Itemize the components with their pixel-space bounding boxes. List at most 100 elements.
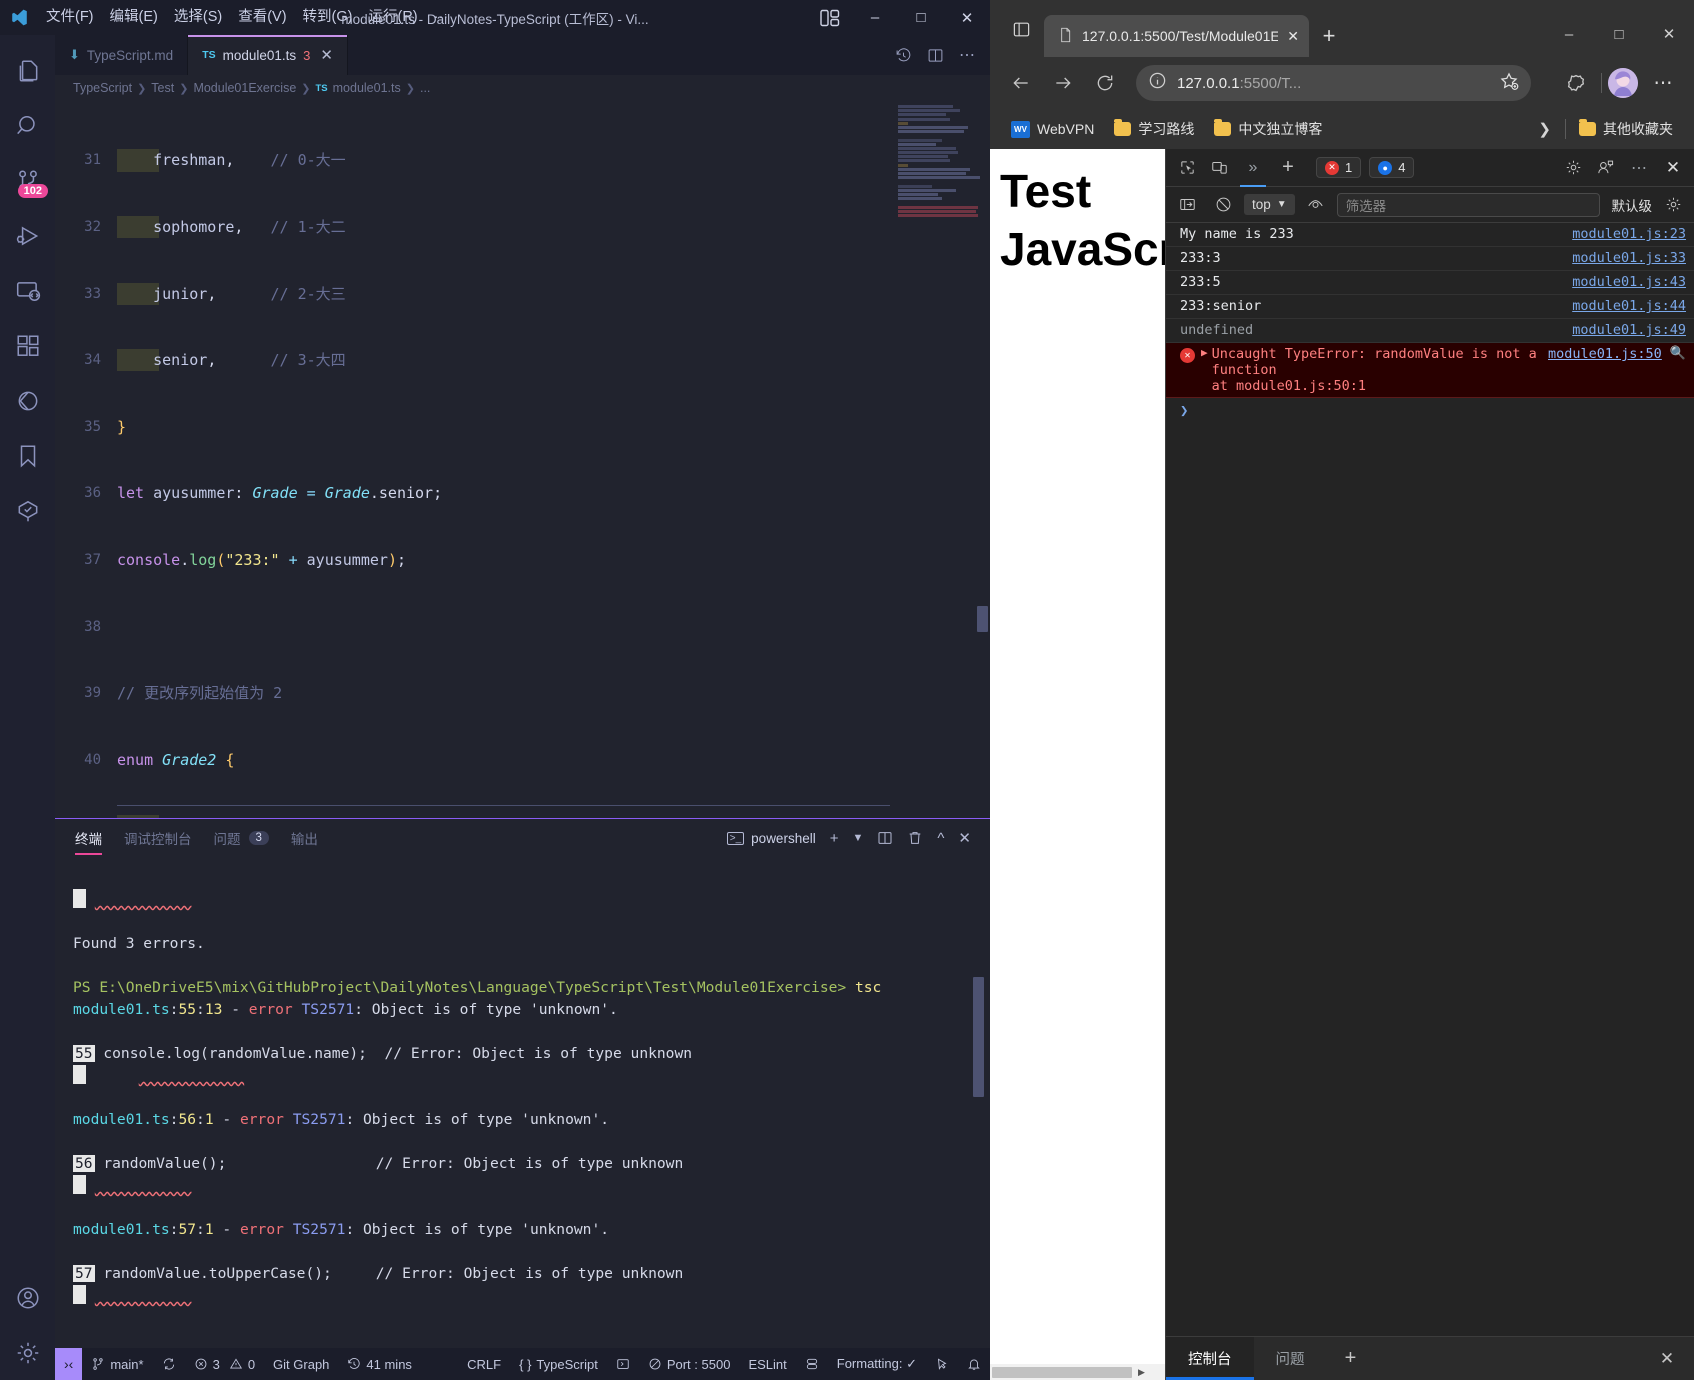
window-maximize-button[interactable]: □ — [898, 0, 944, 35]
drawer-tab-issues[interactable]: 问题 — [1254, 1337, 1327, 1380]
panel-tab-problems[interactable]: 问题 3 — [214, 819, 269, 857]
status-formatting[interactable]: Formatting: ✓ — [828, 1348, 926, 1380]
forward-button[interactable] — [1044, 64, 1082, 102]
status-screencast-icon[interactable] — [926, 1348, 958, 1380]
breadcrumb[interactable]: TypeScript ❯ Test ❯ Module01Exercise ❯ T… — [55, 75, 990, 101]
terminal-output[interactable]: ~~~~~~~~~~~ Found 3 errors. PS E:\OneDri… — [55, 857, 990, 1348]
log-source-link[interactable]: module01.js:33 — [1572, 250, 1686, 266]
panel-tab-debug-console[interactable]: 调试控制台 — [124, 819, 192, 857]
search-in-page-icon[interactable]: 🔍 — [1670, 346, 1686, 361]
menu-file[interactable]: 文件(F) — [38, 0, 102, 35]
more-actions-icon[interactable]: ⋯ — [952, 35, 982, 75]
editor-minimap[interactable] — [898, 105, 980, 525]
devtools-close-icon[interactable]: ✕ — [1658, 153, 1688, 183]
status-problems[interactable]: 3 0 — [185, 1348, 264, 1380]
tab-module01-ts[interactable]: TS module01.ts 3 ✕ — [188, 35, 348, 75]
log-source-link[interactable]: module01.js:44 — [1572, 298, 1686, 314]
panel-tab-output[interactable]: 输出 — [291, 819, 318, 857]
menu-go[interactable]: 转到(G) — [295, 0, 361, 35]
back-button[interactable] — [1002, 64, 1040, 102]
drawer-close-button[interactable]: ✕ — [1640, 1337, 1694, 1380]
console-sidebar-toggle-icon[interactable] — [1172, 190, 1202, 220]
window-close-button[interactable]: ✕ — [944, 0, 990, 35]
close-panel-button[interactable]: ✕ — [953, 819, 976, 857]
sidebar-item-extensions[interactable] — [0, 318, 55, 373]
browser-tab[interactable]: 127.0.0.1:5500/Test/Module01Exe ✕ — [1044, 15, 1309, 57]
console-log-row[interactable]: 233:senior module01.js:44 — [1166, 295, 1694, 319]
editor-scrollbar[interactable] — [977, 606, 988, 632]
chevron-down-icon[interactable]: ▼ — [847, 819, 868, 857]
sidebar-item-live-share[interactable] — [0, 373, 55, 428]
browser-minimize-button[interactable]: – — [1544, 11, 1594, 57]
status-git-graph[interactable]: Git Graph — [264, 1348, 338, 1380]
browser-close-button[interactable]: ✕ — [1644, 11, 1694, 57]
console-log-level-selector[interactable]: 默认级 — [1612, 195, 1653, 215]
bookmarks-overflow-chevron-icon[interactable]: ❯ — [1530, 120, 1559, 138]
tab-typescript-md[interactable]: ⬇ TypeScript.md — [55, 35, 189, 75]
breadcrumb-item[interactable]: TypeScript — [73, 81, 132, 95]
console-output[interactable]: My name is 233 module01.js:23 233:3 modu… — [1166, 223, 1694, 1336]
status-eol[interactable]: CRLF — [458, 1348, 510, 1380]
split-terminal-button[interactable] — [872, 819, 898, 857]
live-expression-eye-icon[interactable] — [1301, 190, 1331, 220]
clear-console-icon[interactable] — [1208, 190, 1238, 220]
status-branch[interactable]: main* — [82, 1348, 152, 1380]
expand-triangle-icon[interactable]: ▶ — [1201, 346, 1208, 359]
console-error-row[interactable]: ✕ ▶ Uncaught TypeError: randomValue is n… — [1166, 343, 1694, 398]
sidebar-item-run-debug[interactable] — [0, 208, 55, 263]
url-text[interactable]: 127.0.0.1:5500/T... — [1177, 75, 1489, 92]
devtools-settings-gear-icon[interactable] — [1558, 153, 1588, 183]
sidebar-item-bookmarks[interactable] — [0, 428, 55, 483]
drawer-add-tab-button[interactable]: + — [1327, 1337, 1375, 1380]
terminal-scrollbar[interactable] — [973, 977, 984, 1097]
drawer-tab-console[interactable]: 控制台 — [1166, 1337, 1254, 1380]
console-log-row[interactable]: undefined module01.js:49 — [1166, 319, 1694, 343]
info-count-badge[interactable]: ● 4 — [1369, 157, 1415, 178]
status-run-icon[interactable] — [607, 1348, 639, 1380]
inspect-element-icon[interactable] — [1172, 153, 1202, 183]
remote-window-button[interactable]: ›‹ — [55, 1348, 83, 1380]
bookmark-other-favorites[interactable]: 其他收藏夹 — [1572, 116, 1680, 142]
devtools-more-options-icon[interactable]: ⋯ — [1622, 153, 1656, 183]
new-terminal-button[interactable]: + — [825, 819, 844, 857]
sidebar-item-search[interactable] — [0, 98, 55, 153]
reload-button[interactable] — [1086, 64, 1124, 102]
window-minimize-button[interactable]: – — [852, 0, 898, 35]
breadcrumb-item[interactable]: Module01Exercise — [193, 81, 296, 95]
page-horizontal-scrollbar[interactable]: ▶ — [990, 1364, 1165, 1380]
close-icon[interactable]: ✕ — [320, 46, 333, 64]
site-info-icon[interactable] — [1148, 71, 1167, 95]
console-log-row[interactable]: My name is 233 module01.js:23 — [1166, 223, 1694, 247]
status-sync[interactable] — [153, 1348, 185, 1380]
bookmark-chinese-blogs[interactable]: 中文独立博客 — [1207, 116, 1329, 142]
log-source-link[interactable]: module01.js:23 — [1572, 226, 1686, 242]
breadcrumb-item[interactable]: module01.ts — [333, 81, 401, 95]
menu-edit[interactable]: 编辑(E) — [102, 0, 166, 35]
status-eslint[interactable]: ESLint — [739, 1348, 795, 1380]
error-count-badge[interactable]: ✕ 1 — [1316, 157, 1362, 178]
status-language-mode[interactable]: { } TypeScript — [510, 1348, 607, 1380]
devtools-feedback-icon[interactable] — [1590, 153, 1620, 183]
close-icon[interactable]: ✕ — [1287, 28, 1299, 45]
more-panels-chevron-icon[interactable]: » — [1236, 153, 1270, 187]
settings-gear-icon[interactable] — [0, 1325, 55, 1380]
breadcrumb-item[interactable]: Test — [151, 81, 174, 95]
tab-actions-icon[interactable] — [998, 6, 1044, 52]
log-source-link[interactable]: module01.js:43 — [1572, 274, 1686, 290]
device-toolbar-icon[interactable] — [1204, 153, 1234, 183]
browser-settings-more-icon[interactable]: ⋯ — [1644, 64, 1682, 102]
maximize-panel-button[interactable]: ^ — [932, 819, 949, 857]
error-source-link[interactable]: module01.js:50 — [1548, 346, 1662, 362]
status-port[interactable]: Port : 5500 — [639, 1348, 740, 1380]
console-prompt[interactable]: ❯ — [1166, 398, 1694, 424]
console-filter-input[interactable]: 筛选器 — [1336, 192, 1600, 217]
avatar[interactable] — [1608, 68, 1638, 98]
console-log-row[interactable]: 233:3 module01.js:33 — [1166, 247, 1694, 271]
bookmark-learning-path[interactable]: 学习路线 — [1107, 116, 1201, 142]
new-tab-button[interactable]: + — [1309, 15, 1349, 57]
vscode-menubar[interactable]: 文件(F) 编辑(E) 选择(S) 查看(V) 转到(G) 运行(R) ··· — [38, 0, 456, 35]
status-timer[interactable]: 41 mins — [338, 1348, 421, 1380]
console-context-selector[interactable]: top ▼ — [1244, 194, 1295, 215]
sidebar-item-explorer[interactable] — [0, 43, 55, 98]
status-prettier-icon[interactable] — [796, 1348, 828, 1380]
